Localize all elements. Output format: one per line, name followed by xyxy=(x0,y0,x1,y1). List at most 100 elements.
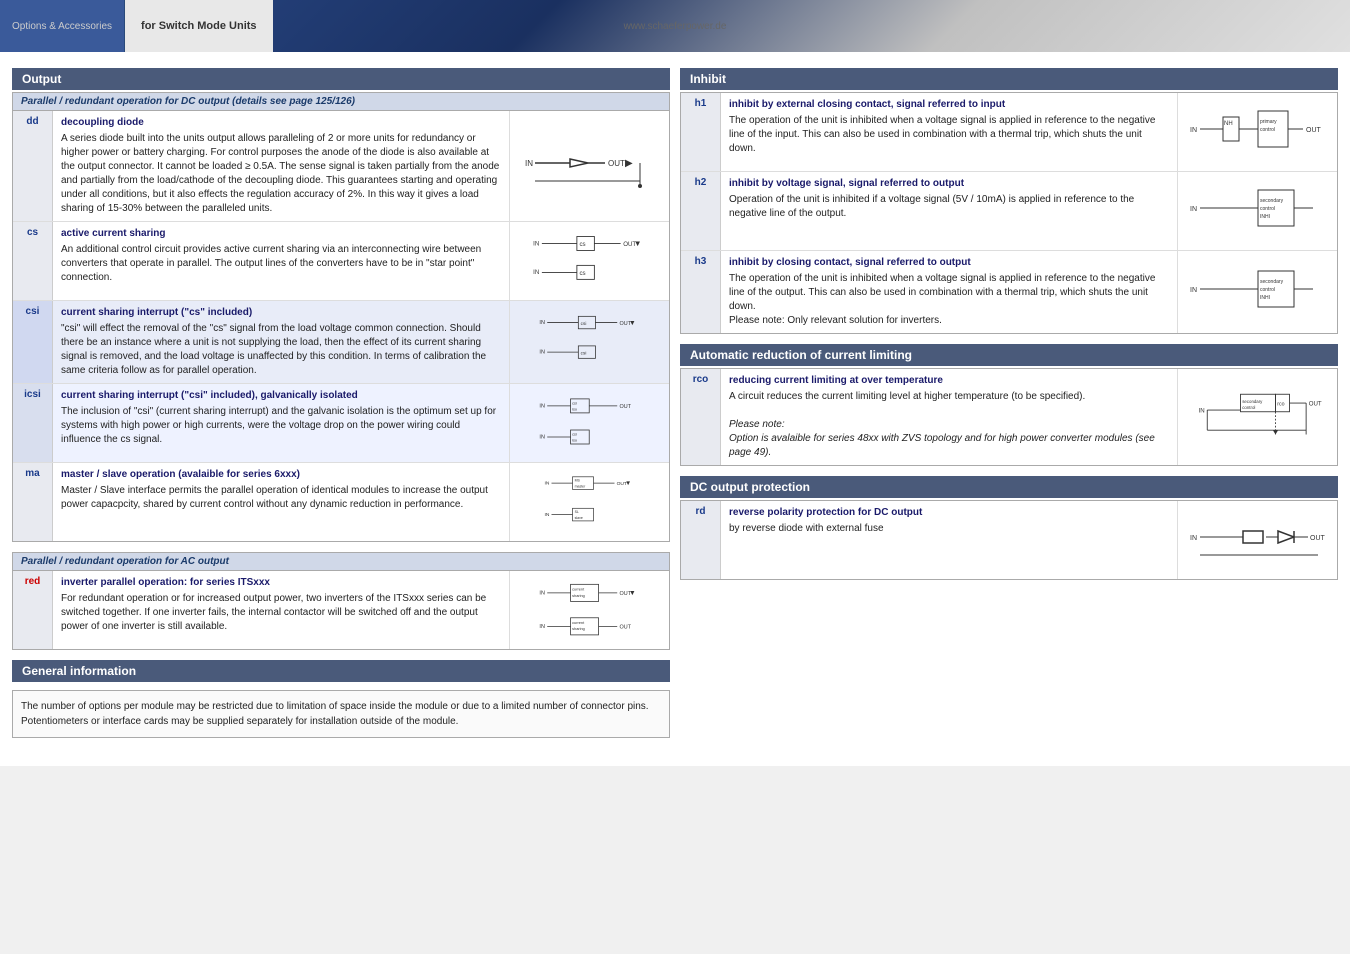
svg-text:IN: IN xyxy=(1190,535,1197,542)
svg-text:OUT: OUT xyxy=(608,159,625,168)
svg-text:IN: IN xyxy=(1198,408,1204,415)
diagram-ma: IN MS master OUT ▼ IN xyxy=(509,463,669,541)
svg-text:OUT: OUT xyxy=(1308,401,1321,408)
svg-text:IN: IN xyxy=(1190,127,1197,134)
svg-text:master: master xyxy=(574,484,586,488)
auto-reduction-title: Automatic reduction of current limiting xyxy=(680,344,1338,366)
svg-text:sharing: sharing xyxy=(572,593,585,598)
dc-table-header: Parallel / redundant operation for DC ou… xyxy=(13,93,669,111)
svg-text:NH: NH xyxy=(1224,121,1233,127)
code-rd: rd xyxy=(681,501,721,579)
svg-text:OUT: OUT xyxy=(1306,127,1322,134)
diagram-icsi-svg: IN csi iso OUT IN csi xyxy=(520,388,660,458)
title-dd: decoupling diode xyxy=(61,116,501,130)
svg-text:current: current xyxy=(572,620,585,625)
svg-text:control: control xyxy=(1260,206,1275,212)
diagram-h2-svg: IN secondary control INHI xyxy=(1188,176,1328,246)
left-column: Output Parallel / redundant operation fo… xyxy=(12,68,670,746)
svg-text:csi: csi xyxy=(580,321,586,326)
item-red: red inverter parallel operation: for ser… xyxy=(13,571,669,649)
svg-text:csi: csi xyxy=(572,400,577,405)
title-cs: active current sharing xyxy=(61,227,501,241)
svg-text:IN: IN xyxy=(539,435,545,441)
content-ma: master / slave operation (avalaible for … xyxy=(53,463,509,541)
title-h2: inhibit by voltage signal, signal referr… xyxy=(729,177,1169,191)
item-cs: cs active current sharing An additional … xyxy=(13,222,669,301)
diagram-icsi: IN csi iso OUT IN csi xyxy=(509,384,669,462)
svg-text:IN: IN xyxy=(539,590,545,596)
svg-text:primary: primary xyxy=(1260,119,1277,125)
item-h3: h3 inhibit by closing contact, signal re… xyxy=(681,251,1337,333)
diagram-cs: IN cs OUT ▼ IN cs xyxy=(509,222,669,300)
content-red: inverter parallel operation: for series … xyxy=(53,571,509,649)
tab-options-accessories[interactable]: Options & Accessories xyxy=(0,0,125,52)
title-red: inverter parallel operation: for series … xyxy=(61,576,501,590)
content-csi: current sharing interrupt ("cs" included… xyxy=(53,301,509,383)
svg-text:▶: ▶ xyxy=(625,158,633,169)
code-h1: h1 xyxy=(681,93,721,171)
diagram-h3: IN secondary control INHI xyxy=(1177,251,1337,333)
svg-text:IN: IN xyxy=(525,159,533,168)
diagram-cs-svg: IN cs OUT ▼ IN cs xyxy=(520,226,660,296)
svg-text:MS: MS xyxy=(574,479,580,483)
svg-text:IN: IN xyxy=(539,403,545,409)
content-icsi: current sharing interrupt ("csi" include… xyxy=(53,384,509,462)
header: Options & Accessories for Switch Mode Un… xyxy=(0,0,1350,52)
code-dd: dd xyxy=(13,111,53,221)
code-rco: rco xyxy=(681,369,721,465)
item-dd: dd decoupling diode A series diode built… xyxy=(13,111,669,222)
general-info-content: The number of options per module may be … xyxy=(12,690,670,738)
desc-rco: A circuit reduces the current limiting l… xyxy=(729,390,1169,404)
svg-text:▼: ▼ xyxy=(633,239,641,248)
content-rd: reverse polarity protection for DC outpu… xyxy=(721,501,1177,579)
title-rco: reducing current limiting at over temper… xyxy=(729,374,1169,388)
ac-table-header: Parallel / redundant operation for AC ou… xyxy=(13,553,669,571)
svg-text:control: control xyxy=(1260,127,1275,133)
diagram-rd-svg: IN OUT xyxy=(1188,505,1328,575)
desc-h3: The operation of the unit is inhibited w… xyxy=(729,272,1169,328)
desc-icsi: The inclusion of "csi" (current sharing … xyxy=(61,405,501,447)
svg-text:IN: IN xyxy=(1190,287,1197,294)
svg-text:slave: slave xyxy=(574,516,582,520)
svg-text:secondary: secondary xyxy=(1260,279,1284,285)
dc-protection-block: rd reverse polarity protection for DC ou… xyxy=(680,500,1338,580)
header-nav: Options & Accessories for Switch Mode Un… xyxy=(0,0,273,52)
title-ma: master / slave operation (avalaible for … xyxy=(61,468,501,482)
svg-text:iso: iso xyxy=(572,438,577,443)
inhibit-section: Inhibit h1 inhibit by external closing c… xyxy=(680,68,1338,334)
svg-text:IN: IN xyxy=(544,512,549,518)
svg-text:▼: ▼ xyxy=(628,320,635,327)
diagram-h1: IN NH primary control OUT xyxy=(1177,93,1337,171)
svg-text:IN: IN xyxy=(533,240,539,247)
desc-dd: A series diode built into the units outp… xyxy=(61,132,501,216)
svg-text:csi: csi xyxy=(580,350,586,355)
svg-text:▼: ▼ xyxy=(625,480,631,487)
diagram-csi: IN csi OUT ▼ IN csi xyxy=(509,301,669,383)
diagram-red-svg: IN current sharing OUT ▼ IN xyxy=(520,575,660,645)
website-url: www.schaeferpower.de xyxy=(624,21,727,32)
output-section: Output Parallel / redundant operation fo… xyxy=(12,68,670,650)
desc-cs: An additional control circuit provides a… xyxy=(61,243,501,285)
content-dd: decoupling diode A series diode built in… xyxy=(53,111,509,221)
inhibit-title: Inhibit xyxy=(680,68,1338,90)
svg-text:IN: IN xyxy=(539,624,545,630)
note-rco: Please note:Option is avalaible for seri… xyxy=(729,418,1169,460)
svg-text:csi: csi xyxy=(572,431,577,436)
right-column: Inhibit h1 inhibit by external closing c… xyxy=(680,68,1338,746)
diagram-rco: IN secondary control rco OUT xyxy=(1177,369,1337,465)
item-h1: h1 inhibit by external closing contact, … xyxy=(681,93,1337,172)
code-h3: h3 xyxy=(681,251,721,333)
tab-switch-mode[interactable]: for Switch Mode Units xyxy=(125,0,273,52)
title-icsi: current sharing interrupt ("csi" include… xyxy=(61,389,501,403)
svg-text:INHI: INHI xyxy=(1260,295,1270,301)
item-h2: h2 inhibit by voltage signal, signal ref… xyxy=(681,172,1337,251)
auto-reduction-block: rco reducing current limiting at over te… xyxy=(680,368,1338,466)
svg-text:cs: cs xyxy=(579,270,585,277)
general-info-section: General information The number of option… xyxy=(12,660,670,738)
main-content: Output Parallel / redundant operation fo… xyxy=(0,52,1350,766)
svg-text:current: current xyxy=(572,587,585,592)
svg-text:secondary: secondary xyxy=(1260,198,1284,204)
desc-h2: Operation of the unit is inhibited if a … xyxy=(729,193,1169,221)
diagram-ma-svg: IN MS master OUT ▼ IN xyxy=(520,467,660,537)
code-csi: csi xyxy=(13,301,53,383)
